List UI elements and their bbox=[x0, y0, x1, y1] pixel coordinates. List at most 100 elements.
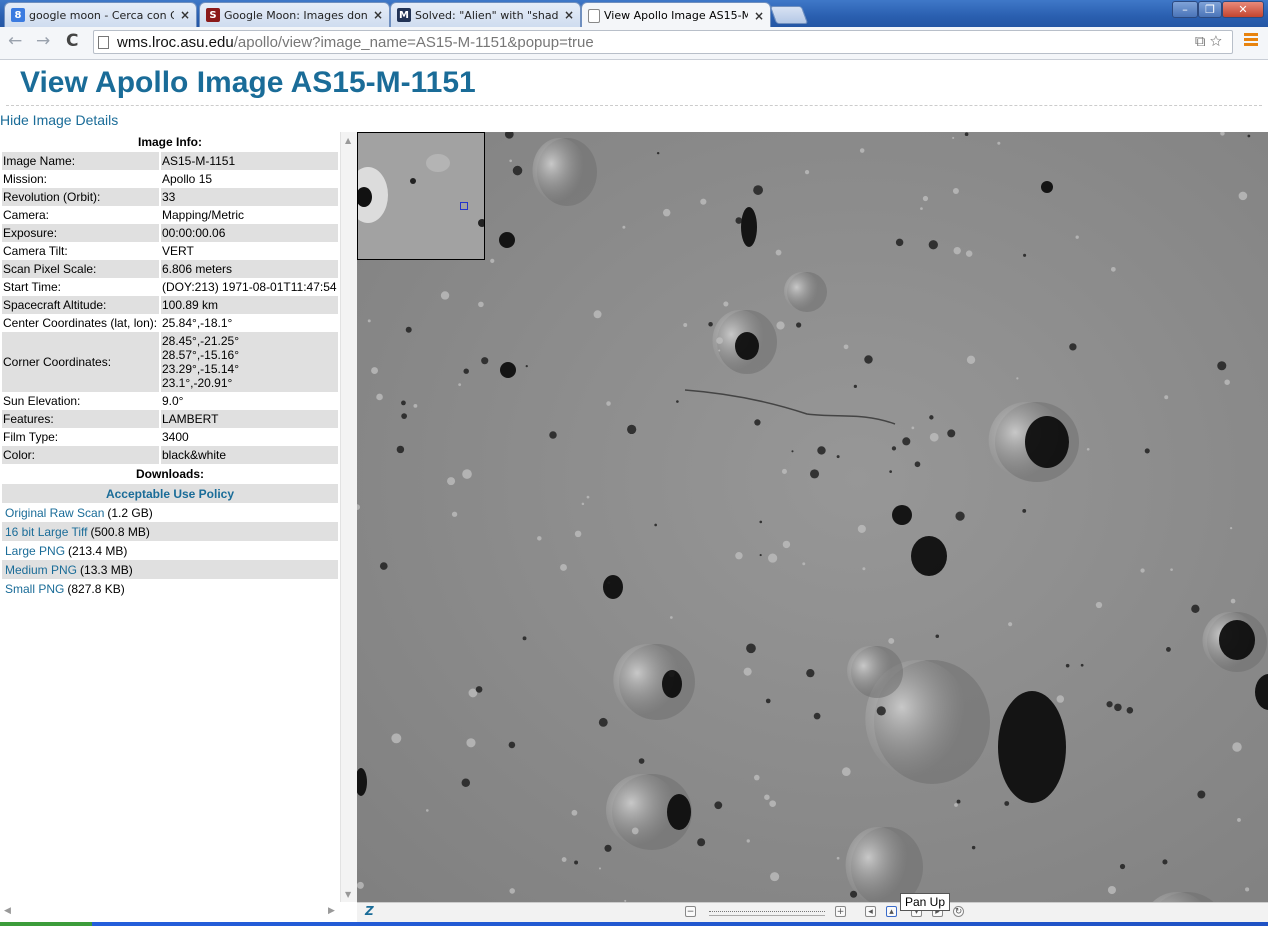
minimize-button[interactable]: – bbox=[1172, 1, 1198, 18]
acceptable-use-policy-link[interactable]: Acceptable Use Policy bbox=[2, 484, 338, 503]
tab-strip: 8 google moon - Cerca con Goo × S Google… bbox=[0, 0, 1268, 28]
info-label: Sun Elevation: bbox=[3, 394, 81, 408]
info-label: Image Name: bbox=[2, 152, 159, 170]
info-label: Camera: bbox=[3, 208, 50, 222]
tab-close-icon[interactable]: × bbox=[564, 8, 574, 22]
info-row: Corner Coordinates: 28.45°,-21.25° 28.57°… bbox=[2, 332, 338, 392]
info-label: Corner Coordinates: bbox=[2, 332, 159, 392]
zoom-in-icon[interactable]: + bbox=[835, 906, 846, 917]
info-value: Mapping/Metric bbox=[162, 208, 245, 222]
info-row: Film Type: 3400 bbox=[2, 428, 338, 446]
tab-close-icon[interactable]: × bbox=[373, 8, 383, 22]
tab-close-icon[interactable]: × bbox=[180, 8, 190, 22]
bookmark-star-icon[interactable]: ⧉ ☆ bbox=[1195, 33, 1222, 50]
info-value: 25.84°,-18.1° bbox=[162, 316, 233, 330]
info-row: Exposure: 00:00:00.06 bbox=[2, 224, 338, 242]
info-value: LAMBERT bbox=[161, 410, 338, 428]
address-bar[interactable]: wms.lroc.asu.edu/apollo/view?image_name=… bbox=[93, 30, 1233, 54]
metabunk-icon: M bbox=[397, 8, 411, 22]
info-value: 100.89 km bbox=[161, 296, 338, 314]
download-size: (1.2 GB) bbox=[107, 505, 153, 520]
download-item: Medium PNG (13.3 MB) bbox=[2, 560, 338, 579]
info-label: Revolution (Orbit): bbox=[2, 188, 159, 206]
info-label: Start Time: bbox=[3, 280, 62, 294]
panel-vertical-scrollbar[interactable]: ▲ ▼ bbox=[340, 132, 357, 902]
reset-view-icon[interactable]: ↻ bbox=[953, 906, 964, 917]
divider bbox=[6, 105, 1262, 106]
info-label: Mission: bbox=[3, 172, 48, 186]
image-info-table: Image Info: Image Name: AS15-M-1151 Missio… bbox=[0, 132, 340, 464]
minimap-viewport-box[interactable] bbox=[460, 202, 468, 210]
download-item: Large PNG (213.4 MB) bbox=[2, 541, 338, 560]
info-row: Mission: Apollo 15 bbox=[2, 170, 338, 188]
info-row: Revolution (Orbit): 33 bbox=[2, 188, 338, 206]
menu-icon[interactable] bbox=[1244, 33, 1258, 48]
download-item: Small PNG (827.8 KB) bbox=[2, 579, 338, 598]
back-icon[interactable]: ← bbox=[8, 31, 22, 51]
scroll-up-icon[interactable]: ▲ bbox=[345, 136, 351, 145]
info-row: Camera: Mapping/Metric bbox=[2, 206, 338, 224]
reload-icon[interactable]: C bbox=[66, 31, 78, 51]
info-row: Sun Elevation: 9.0° bbox=[2, 392, 338, 410]
hide-image-details-link[interactable]: Hide Image Details bbox=[0, 112, 118, 128]
scroll-left-icon[interactable]: ◀ bbox=[4, 906, 11, 916]
tab-google-search[interactable]: 8 google moon - Cerca con Goo × bbox=[4, 2, 197, 27]
download-link[interactable]: Large PNG bbox=[5, 544, 65, 558]
info-label: Camera Tilt: bbox=[3, 244, 68, 258]
info-label: Color: bbox=[2, 446, 159, 464]
close-window-button[interactable]: ✕ bbox=[1222, 1, 1264, 18]
new-tab-button[interactable] bbox=[769, 6, 809, 24]
pan-up-icon[interactable]: ▴ bbox=[886, 906, 897, 917]
info-value: VERT bbox=[162, 244, 194, 258]
browser-toolbar: ← → C wms.lroc.asu.edu/apollo/view?image… bbox=[0, 27, 1268, 60]
zoomify-logo[interactable]: Z bbox=[365, 904, 374, 918]
download-item: 16 bit Large Tiff (500.8 MB) bbox=[2, 522, 338, 541]
tab-metabunk[interactable]: M Solved: "Alien" with "shadow × bbox=[390, 2, 581, 27]
info-row: Image Name: AS15-M-1151 bbox=[2, 152, 338, 170]
download-size: (827.8 KB) bbox=[67, 581, 125, 596]
info-value: 9.0° bbox=[162, 394, 184, 408]
info-value: 33 bbox=[161, 188, 338, 206]
viewer-toolbar: Z − + ◂ ▴ ▾ ▸ ↻ bbox=[357, 902, 1268, 923]
download-link[interactable]: 16 bit Large Tiff bbox=[5, 525, 88, 539]
scroll-right-icon[interactable]: ▶ bbox=[328, 906, 335, 916]
overview-minimap[interactable] bbox=[357, 132, 485, 260]
restore-button[interactable]: ❐ bbox=[1198, 1, 1222, 18]
info-value: AS15-M-1151 bbox=[161, 152, 338, 170]
pan-left-icon[interactable]: ◂ bbox=[865, 906, 876, 917]
zoom-slider[interactable] bbox=[709, 911, 825, 916]
tab-snopes[interactable]: S Google Moon: Images don't s × bbox=[199, 2, 390, 27]
info-row: Start Time: (DOY:213) 1971-08-01T11:47:54 bbox=[2, 278, 338, 296]
info-value: 00:00:00.06 bbox=[161, 224, 338, 242]
info-label: Film Type: bbox=[3, 430, 59, 444]
info-label: Spacecraft Altitude: bbox=[2, 296, 159, 314]
tab-title: Google Moon: Images don't s bbox=[224, 8, 367, 22]
info-row: Scan Pixel Scale: 6.806 meters bbox=[2, 260, 338, 278]
lunar-surface-image bbox=[357, 132, 1268, 902]
google-icon: 8 bbox=[11, 8, 25, 22]
download-link[interactable]: Original Raw Scan bbox=[5, 506, 104, 520]
info-row: Center Coordinates (lat, lon): 25.84°,-18… bbox=[2, 314, 338, 332]
zoom-out-icon[interactable]: − bbox=[685, 906, 696, 917]
snopes-icon: S bbox=[206, 8, 220, 22]
info-label: Features: bbox=[2, 410, 159, 428]
forward-icon[interactable]: → bbox=[36, 31, 50, 51]
download-link[interactable]: Small PNG bbox=[5, 582, 64, 596]
download-link[interactable]: Medium PNG bbox=[5, 563, 77, 577]
page-title: View Apollo Image AS15-M-1151 bbox=[20, 66, 476, 99]
lunar-image-viewer[interactable] bbox=[357, 132, 1268, 902]
tab-close-icon[interactable]: × bbox=[754, 9, 764, 23]
download-item: Original Raw Scan (1.2 GB) bbox=[2, 503, 338, 522]
image-info-heading: Image Info: bbox=[137, 135, 202, 149]
downloads-heading: Downloads: bbox=[136, 467, 204, 481]
info-value: (DOY:213) 1971-08-01T11:47:54 bbox=[162, 280, 337, 294]
info-row: Color: black&white bbox=[2, 446, 338, 464]
info-value: 3400 bbox=[162, 430, 189, 444]
tab-apollo-view[interactable]: View Apollo Image AS15-M-1 × bbox=[581, 2, 771, 28]
os-taskbar bbox=[0, 922, 1268, 926]
info-value: 28.45°,-21.25° 28.57°,-15.16° 23.29°,-15… bbox=[161, 332, 338, 392]
scroll-down-icon[interactable]: ▼ bbox=[345, 890, 351, 899]
page-icon bbox=[98, 35, 109, 49]
pan-up-tooltip: Pan Up bbox=[900, 893, 951, 911]
tab-title: Solved: "Alien" with "shadow bbox=[415, 8, 558, 22]
